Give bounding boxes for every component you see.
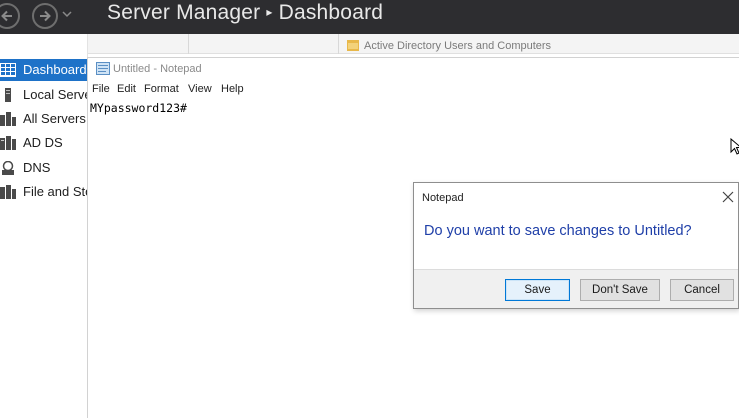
arrow-right-icon [40, 10, 51, 22]
app-title: Server Manager [107, 1, 261, 24]
sidebar-item-label: DNS [23, 160, 51, 175]
dns-icon [2, 161, 14, 175]
menu-view[interactable]: View [188, 83, 212, 95]
sidebar-item-label: All Servers [23, 111, 86, 126]
divider [188, 34, 189, 54]
menu-help[interactable]: Help [221, 83, 244, 95]
background-window-label: Active Directory Users and Computers [364, 40, 552, 52]
dialog-title: Notepad [422, 192, 464, 204]
notepad-titlebar[interactable]: Untitled - Notepad [88, 58, 739, 80]
close-icon[interactable] [718, 187, 738, 207]
cancel-button[interactable]: Cancel [670, 279, 734, 301]
dashboard-grid-icon [0, 63, 16, 77]
all-servers-icon [0, 112, 16, 126]
background-window-title[interactable]: Active Directory Users and Computers [347, 40, 551, 52]
menu-edit[interactable]: Edit [117, 83, 136, 95]
mouse-cursor-icon [730, 138, 739, 155]
save-button[interactable]: Save [505, 279, 570, 301]
sidebar-item-label: AD DS [23, 135, 63, 150]
folder-icon [347, 40, 359, 51]
local-server-icon [5, 88, 11, 102]
sidebar-item-dashboard[interactable]: Dashboard [0, 59, 88, 81]
notepad-icon [96, 62, 110, 75]
page-title: Dashboard [278, 1, 384, 24]
sidebar-item-label: Local Server [23, 87, 88, 102]
sidebar-item-ad-ds[interactable]: AD DS [0, 132, 88, 154]
dont-save-button[interactable]: Don't Save [580, 279, 660, 301]
notepad-title: Untitled - Notepad [113, 63, 202, 75]
forward-button[interactable] [32, 3, 58, 29]
dialog-footer: Save Don't Save Cancel [414, 269, 738, 308]
sidebar-item-label: Dashboard [23, 62, 87, 77]
breadcrumb: Server Manager ▸ Dashboard [107, 0, 383, 34]
notepad-text-area[interactable]: MYpassword123# [90, 101, 187, 115]
sidebar-item-local-server[interactable]: Local Server [0, 84, 88, 106]
sidebar-item-all-servers[interactable]: All Servers [0, 108, 88, 130]
breadcrumb-separator: ▸ [266, 5, 273, 19]
menu-file[interactable]: File [92, 83, 110, 95]
chevron-down-icon[interactable] [62, 10, 72, 18]
arrow-left-icon [1, 10, 12, 22]
divider [338, 34, 339, 54]
back-button[interactable] [0, 3, 20, 29]
sidebar: Dashboard Local Server All Servers AD DS… [0, 34, 88, 418]
save-changes-dialog: Notepad Do you want to save changes to U… [413, 182, 739, 309]
file-storage-icon [0, 185, 16, 199]
ad-ds-icon [0, 136, 16, 150]
menu-format[interactable]: Format [144, 83, 179, 95]
dialog-message: Do you want to save changes to Untitled? [424, 223, 692, 239]
sidebar-item-file-storage[interactable]: File and Storage Services [0, 181, 88, 203]
sidebar-item-label: File and Storage Services [23, 184, 88, 199]
sidebar-item-dns[interactable]: DNS [0, 157, 88, 179]
server-manager-header: Server Manager ▸ Dashboard [0, 0, 739, 34]
